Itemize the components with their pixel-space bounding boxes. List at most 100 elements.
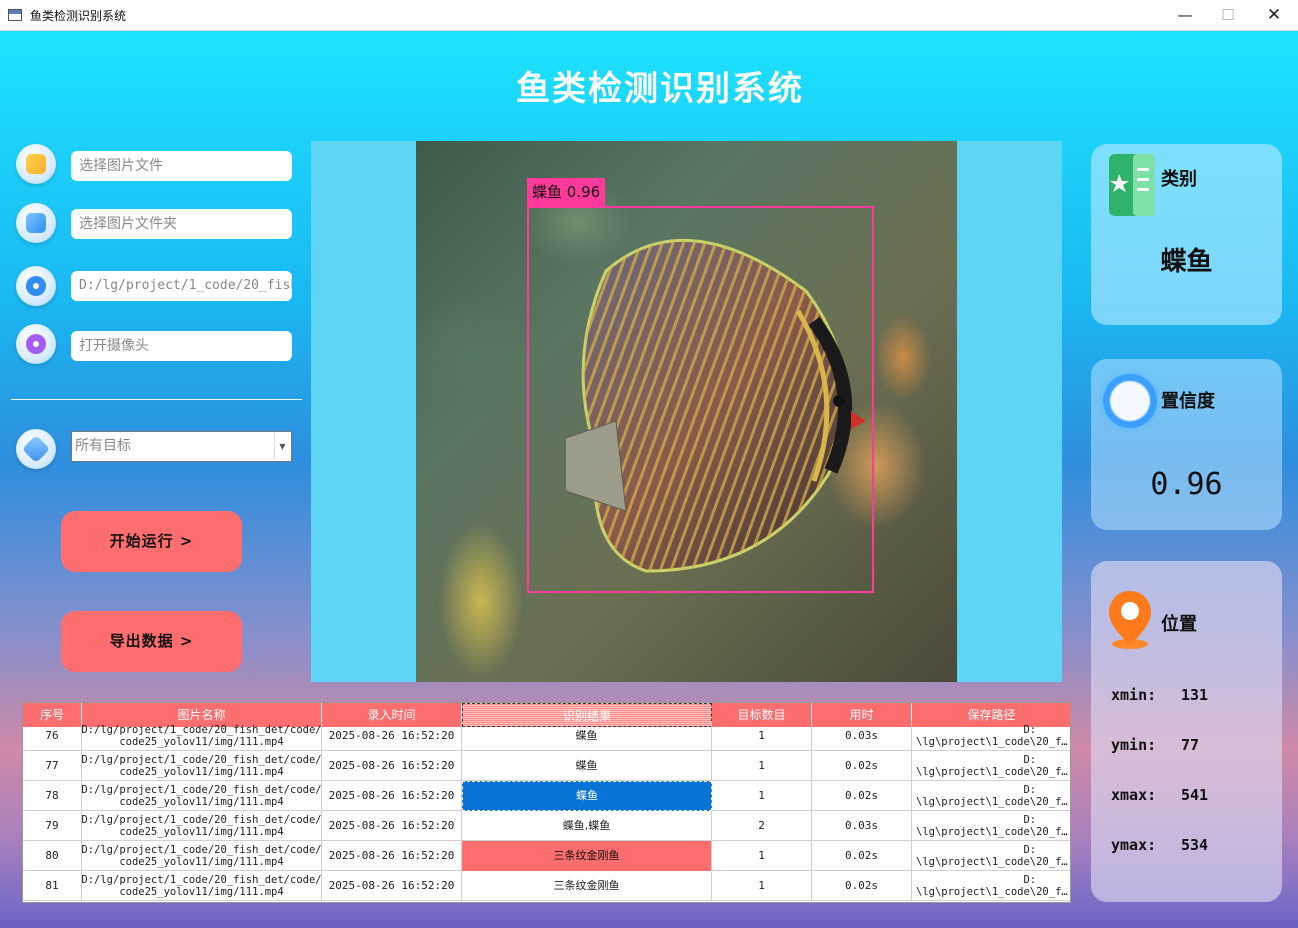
window-titlebar: 鱼类检测识别系统 — ☐ ✕	[0, 0, 1298, 31]
footer-strip	[0, 920, 1298, 928]
table-row[interactable]: 80 D:/lg/project/1_code/20_fish_det/code/…	[23, 841, 1070, 871]
camera-input[interactable]: 打开摄像头	[71, 331, 292, 361]
cell-used-time[interactable]: 0.02s	[812, 871, 912, 901]
category-label: 类别	[1161, 169, 1197, 190]
cell-time[interactable]: 2025-08-26 16:52:20	[322, 871, 462, 901]
export-button[interactable]: 导出数据 >	[61, 611, 242, 672]
results-table[interactable]: 序号 图片名称 录入时间 识别结果 目标数目 用时 保存路径 76 D:/lg/p…	[22, 702, 1071, 903]
position-label: 位置	[1161, 614, 1197, 635]
table-row[interactable]: 81 D:/lg/project/1_code/20_fish_det/code/…	[23, 871, 1070, 901]
cell-result[interactable]: 三条纹金刚鱼	[462, 871, 712, 901]
cell-time[interactable]: 2025-08-26 16:52:20	[322, 781, 462, 811]
cell-save-path[interactable]: D: \lg\project\1_code\20_f…	[912, 721, 1070, 751]
cell-index[interactable]: 80	[23, 841, 82, 871]
target-select-value: 所有目标	[75, 438, 131, 454]
close-button[interactable]: ✕	[1251, 0, 1297, 31]
cell-image-name[interactable]: D:/lg/project/1_code/20_fish_det/code/ c…	[82, 811, 322, 841]
cell-count[interactable]: 1	[712, 721, 812, 751]
table-row[interactable]: 76 D:/lg/project/1_code/20_fish_det/code/…	[23, 721, 1070, 751]
confidence-value: 0.96	[1150, 467, 1223, 502]
chevron-down-icon[interactable]: ▼	[274, 433, 290, 460]
ymin-value: 77	[1181, 736, 1200, 754]
book-icon	[1109, 154, 1155, 216]
xmin-row: xmin: 131	[1111, 686, 1208, 704]
cell-time[interactable]: 2025-08-26 16:52:20	[322, 841, 462, 871]
target-filter-icon	[16, 429, 56, 469]
xmin-label: xmin:	[1111, 686, 1157, 704]
xmax-label: xmax:	[1111, 786, 1157, 804]
cell-index[interactable]: 79	[23, 811, 82, 841]
category-value: 蝶鱼	[1160, 247, 1213, 277]
cell-index[interactable]: 76	[23, 721, 82, 751]
cell-image-name[interactable]: D:/lg/project/1_code/20_fish_det/code/ c…	[82, 721, 322, 751]
detection-image: 蝶鱼 0.96	[416, 141, 957, 682]
cell-result[interactable]: 蝶鱼	[462, 721, 712, 751]
cell-result[interactable]: 三条纹金刚鱼	[462, 841, 712, 871]
cell-index[interactable]: 78	[23, 781, 82, 811]
cell-count[interactable]: 1	[712, 751, 812, 781]
run-button[interactable]: 开始运行 >	[61, 511, 242, 572]
ymax-row: ymax: 534	[1111, 836, 1208, 854]
cell-save-path[interactable]: D: \lg\project\1_code\20_f…	[912, 871, 1070, 901]
cell-image-name[interactable]: D:/lg/project/1_code/20_fish_det/code/ c…	[82, 781, 322, 811]
ymax-label: ymax:	[1111, 836, 1157, 854]
target-select[interactable]: 所有目标 ▼	[71, 431, 292, 462]
category-card: 类别 蝶鱼	[1091, 144, 1282, 325]
cell-save-path[interactable]: D: \lg\project\1_code\20_f…	[912, 841, 1070, 871]
divider	[11, 399, 302, 400]
cell-result[interactable]: 蝶鱼,蝶鱼	[462, 811, 712, 841]
ymin-label: ymin:	[1111, 736, 1157, 754]
cell-save-path[interactable]: D: \lg\project\1_code\20_f…	[912, 811, 1070, 841]
app-icon	[8, 9, 22, 21]
ymax-value: 534	[1181, 836, 1209, 854]
cell-time[interactable]: 2025-08-26 16:52:20	[322, 751, 462, 781]
cell-result[interactable]: 蝶鱼	[462, 751, 712, 781]
xmin-value: 131	[1181, 686, 1209, 704]
window-title: 鱼类检测识别系统	[30, 9, 127, 23]
detection-label: 蝶鱼 0.96	[527, 178, 606, 206]
image-folder-icon[interactable]	[16, 203, 56, 243]
cell-used-time[interactable]: 0.03s	[812, 811, 912, 841]
video-path-input[interactable]: D:/lg/project/1_code/20_fish_det/code/co…	[71, 271, 292, 301]
cell-used-time[interactable]: 0.02s	[812, 751, 912, 781]
cell-save-path[interactable]: D: \lg\project\1_code\20_f…	[912, 781, 1070, 811]
gauge-icon	[1103, 374, 1157, 428]
image-folder-input[interactable]: 选择图片文件夹	[71, 209, 292, 239]
cell-time[interactable]: 2025-08-26 16:52:20	[322, 811, 462, 841]
table-row[interactable]: 77 D:/lg/project/1_code/20_fish_det/code/…	[23, 751, 1070, 781]
table-row[interactable]: 78 D:/lg/project/1_code/20_fish_det/code/…	[23, 781, 1070, 811]
location-pin-icon	[1109, 591, 1151, 649]
minimize-button[interactable]: —	[1162, 0, 1208, 31]
xmax-row: xmax: 541	[1111, 786, 1208, 804]
ymin-row: ymin: 77	[1111, 736, 1199, 754]
app-title: 鱼类检测识别系统	[516, 69, 804, 109]
cell-count[interactable]: 1	[712, 841, 812, 871]
cell-image-name[interactable]: D:/lg/project/1_code/20_fish_det/code/ c…	[82, 751, 322, 781]
cell-index[interactable]: 77	[23, 751, 82, 781]
xmax-value: 541	[1181, 786, 1209, 804]
video-file-icon[interactable]	[16, 266, 56, 306]
cell-count[interactable]: 1	[712, 871, 812, 901]
table-row[interactable]: 79 D:/lg/project/1_code/20_fish_det/code/…	[23, 811, 1070, 841]
position-card: 位置 xmin: 131 ymin: 77 xmax: 541 ymax: 53…	[1091, 561, 1282, 902]
cell-used-time[interactable]: 0.02s	[812, 781, 912, 811]
cell-count[interactable]: 1	[712, 781, 812, 811]
confidence-card: 置信度 0.96	[1091, 359, 1282, 530]
cell-used-time[interactable]: 0.02s	[812, 841, 912, 871]
cell-result[interactable]: 蝶鱼	[462, 781, 712, 811]
image-display: 蝶鱼 0.96	[311, 141, 1062, 682]
cell-image-name[interactable]: D:/lg/project/1_code/20_fish_det/code/ c…	[82, 871, 322, 901]
camera-icon[interactable]	[16, 324, 56, 364]
image-file-icon[interactable]	[16, 144, 56, 184]
maximize-button[interactable]: ☐	[1205, 0, 1251, 31]
image-file-input[interactable]: 选择图片文件	[71, 151, 292, 181]
cell-count[interactable]: 2	[712, 811, 812, 841]
confidence-label: 置信度	[1161, 391, 1215, 412]
cell-used-time[interactable]: 0.03s	[812, 721, 912, 751]
cell-time[interactable]: 2025-08-26 16:52:20	[322, 721, 462, 751]
main-area: 鱼类检测识别系统 选择图片文件 选择图片文件夹 D:/lg/project/1_…	[0, 31, 1298, 928]
cell-image-name[interactable]: D:/lg/project/1_code/20_fish_det/code/ c…	[82, 841, 322, 871]
cell-save-path[interactable]: D: \lg\project\1_code\20_f…	[912, 751, 1070, 781]
detection-bounding-box	[527, 206, 874, 593]
cell-index[interactable]: 81	[23, 871, 82, 901]
